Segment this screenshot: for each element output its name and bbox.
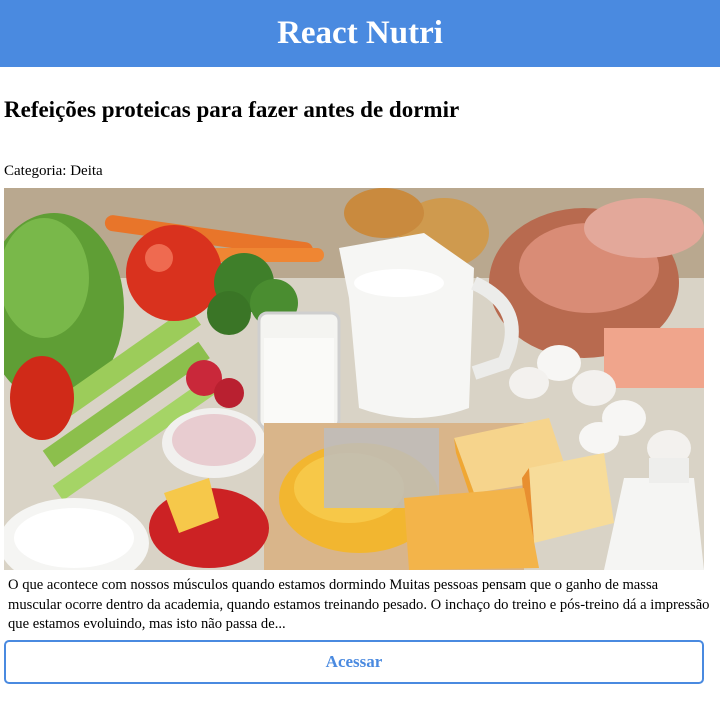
app-header: React Nutri bbox=[0, 0, 720, 67]
app-title: React Nutri bbox=[277, 15, 443, 51]
post-title: Refeições proteicas para fazer antes de … bbox=[4, 97, 460, 122]
post-category: Categoria: Deita bbox=[4, 163, 103, 179]
access-button[interactable]: Acessar bbox=[4, 639, 704, 684]
post-image bbox=[4, 188, 704, 570]
post-excerpt: O que acontece com nossos músculos quand… bbox=[8, 577, 710, 632]
post-card: Refeições proteicas para fazer antes de … bbox=[0, 97, 720, 684]
